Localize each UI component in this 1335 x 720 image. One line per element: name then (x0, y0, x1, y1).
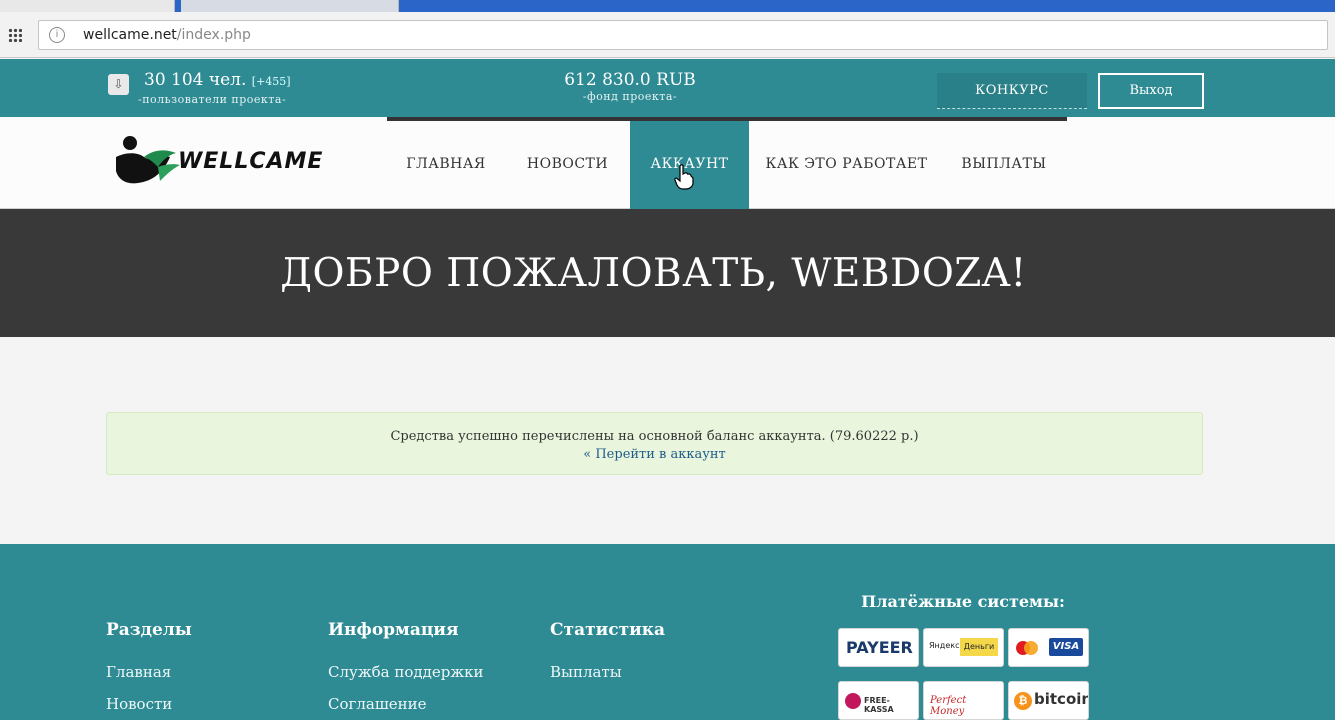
footer-sections-title: Разделы (106, 620, 192, 640)
site-info-icon[interactable]: i (49, 27, 65, 43)
bitcoin-icon: ₿ (1014, 692, 1032, 710)
browser-tab[interactable] (0, 0, 175, 12)
yandex-money-badge: Деньги (960, 638, 998, 656)
logout-button[interactable]: Выход (1098, 73, 1204, 109)
bitcoin-logo-text: bitcoin (1034, 690, 1089, 708)
apps-grid-icon[interactable] (8, 28, 22, 42)
footer-info-title: Информация (328, 620, 459, 640)
bitcoin-logo: ₿ bitcoin (1008, 681, 1089, 720)
payment-systems-title: Платёжные системы: (861, 592, 1065, 611)
footer-link-payouts[interactable]: Выплаты (550, 663, 622, 681)
footer-stats-title: Статистика (550, 620, 666, 640)
browser-tab[interactable] (181, 0, 399, 12)
yandex-logo-text: Яндекс (929, 641, 960, 650)
yandex-money-logo: Яндекс Деньги (923, 628, 1004, 667)
payeer-logo: PAYEER (838, 628, 919, 667)
payeer-logo-text: PAYEER (846, 638, 913, 657)
nav-item-home[interactable]: ГЛАВНАЯ (400, 121, 492, 209)
download-icon: ⇩ (108, 74, 129, 95)
users-count-value: 30 104 чел. (144, 70, 247, 90)
footer-link-agreement[interactable]: Соглашение (328, 695, 427, 713)
go-to-account-link[interactable]: « Перейти в аккаунт (107, 447, 1202, 462)
users-count: 30 104 чел. [+455] (144, 70, 291, 90)
site-footer: Разделы Главная Новости Информация Служб… (0, 544, 1335, 720)
contest-button[interactable]: КОНКУРС (937, 73, 1087, 109)
browser-tabstrip (0, 0, 1335, 12)
welcome-hero: ДОБРО ПОЖАЛОВАТЬ, WEBDOZA! (0, 209, 1335, 337)
perfect-money-logo-text: Perfect Money (930, 695, 967, 717)
freekassa-logo: FREE-KASSA (838, 681, 919, 720)
browser-toolbar: i wellcame.net/index.php (0, 12, 1335, 58)
main-navbar: WELLCAME ГЛАВНАЯ НОВОСТИ АККАУНТ КАК ЭТО… (0, 117, 1335, 209)
perfect-money-logo: Perfect Money (923, 681, 1004, 720)
footer-link-home[interactable]: Главная (106, 663, 171, 681)
alert-message: Средства успешно перечислены на основной… (390, 429, 919, 444)
users-delta: [+455] (251, 75, 291, 88)
url-text[interactable]: wellcame.net/index.php (83, 27, 251, 43)
mastercard-visa-logo: VISA (1008, 628, 1089, 667)
address-bar[interactable]: i wellcame.net/index.php (38, 20, 1328, 50)
site-logo[interactable]: WELLCAME (114, 135, 324, 187)
freekassa-circle-icon (845, 693, 861, 709)
nav-item-news[interactable]: НОВОСТИ (520, 121, 615, 209)
mastercard-yellow-circle (1024, 641, 1038, 655)
visa-badge: VISA (1049, 638, 1083, 656)
nav-item-payouts[interactable]: ВЫПЛАТЫ (952, 121, 1056, 209)
users-caption: -пользователи проекта- (138, 93, 287, 106)
footer-link-news[interactable]: Новости (106, 695, 172, 713)
welcome-title: ДОБРО ПОЖАЛОВАТЬ, WEBDOZA! (280, 251, 1027, 296)
site-topbar: ⇩ 30 104 чел. [+455] -пользователи проек… (0, 59, 1335, 117)
footer-link-support[interactable]: Служба поддержки (328, 663, 484, 681)
logo-text: WELLCAME (178, 149, 324, 174)
freekassa-logo-text: FREE-KASSA (864, 696, 894, 714)
logo-emblem-icon (116, 136, 180, 184)
fund-amount: 612 830.0 RUB (564, 70, 696, 90)
hand-cursor-icon (674, 164, 694, 190)
url-path: /index.php (176, 27, 251, 43)
success-alert: Средства успешно перечислены на основной… (106, 412, 1203, 475)
nav-item-how-it-works[interactable]: КАК ЭТО РАБОТАЕТ (764, 121, 929, 209)
fund-caption: -фонд проекта- (582, 90, 678, 103)
url-host: wellcame.net (83, 27, 177, 43)
